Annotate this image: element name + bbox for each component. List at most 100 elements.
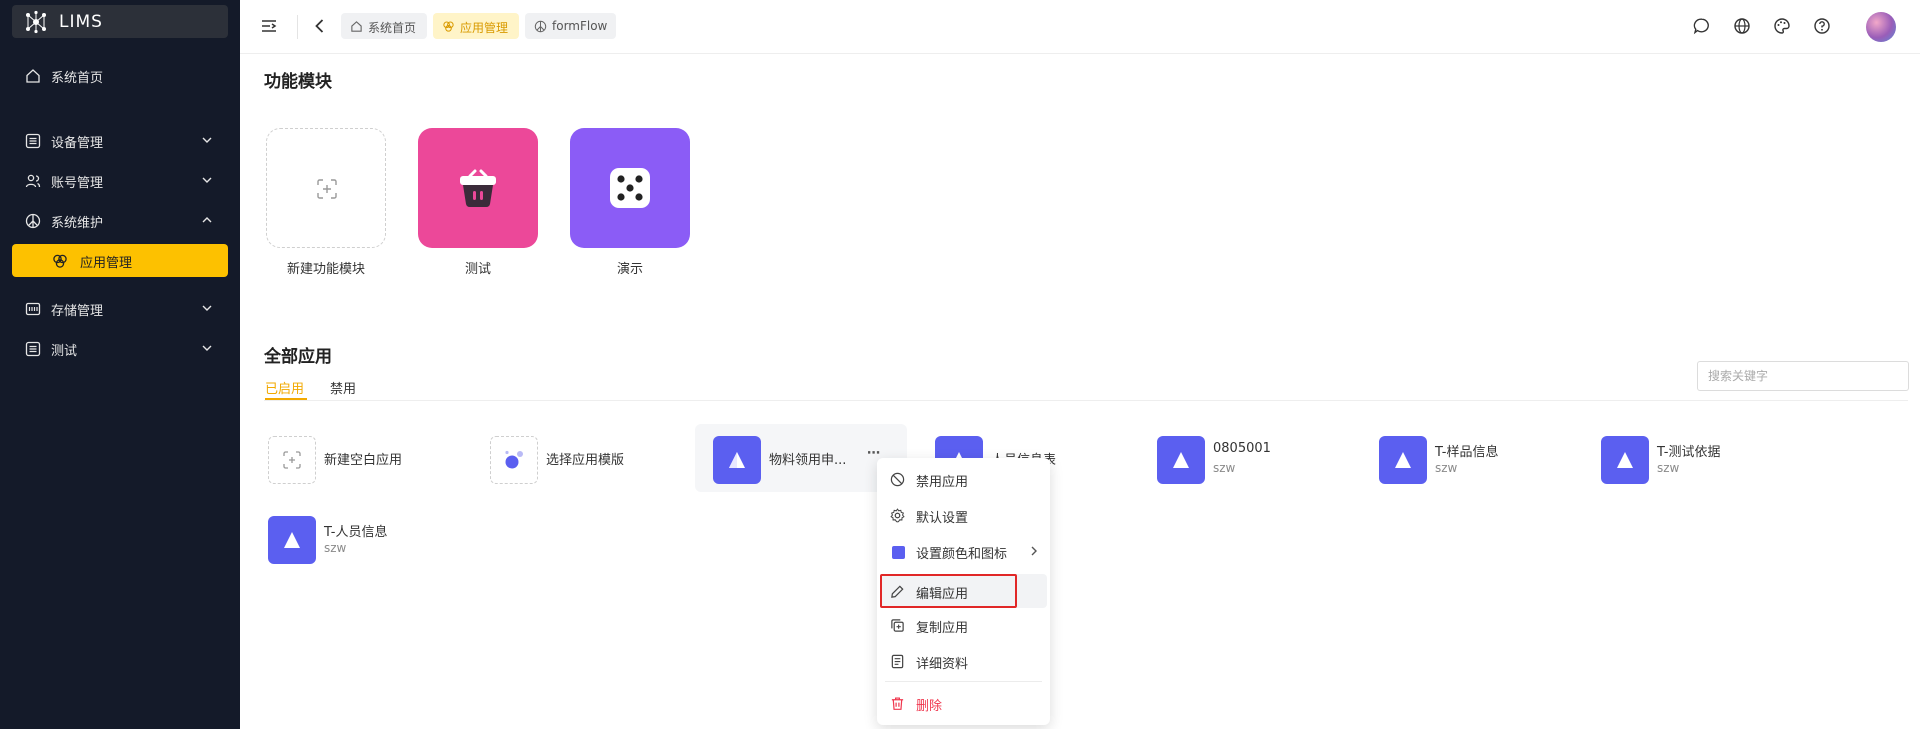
menu-fold-icon[interactable] (260, 17, 278, 35)
tabs-divider (264, 400, 1908, 401)
app-card-test-basis[interactable]: T-测试依据 szw (1601, 427, 1806, 485)
menu-item-label: 禁用应用 (916, 475, 969, 490)
new-blank-app-button[interactable]: 新建空白应用 (268, 427, 473, 485)
add-frame-icon (317, 179, 337, 199)
module-label: 演示 (616, 262, 643, 277)
globe-icon[interactable] (1733, 17, 1751, 35)
tab-label: 应用管理 (460, 21, 509, 35)
app-name: T-测试依据 (1657, 445, 1721, 460)
add-frame-icon (283, 451, 301, 469)
molecule-logo-icon (26, 10, 46, 34)
list-icon (25, 133, 41, 149)
new-module-button[interactable] (266, 128, 386, 248)
app-name: 新建空白应用 (324, 453, 403, 468)
gear-icon (890, 508, 905, 523)
palette-icon[interactable] (1773, 17, 1791, 35)
highlight-box (880, 574, 1017, 608)
sidebar-item-label: 系统维护 (51, 216, 104, 231)
module-demo[interactable] (570, 128, 690, 248)
app-logo[interactable]: LIMS (12, 5, 228, 38)
app-card-sample-info[interactable]: T-样品信息 szw (1379, 427, 1584, 485)
help-icon[interactable] (1813, 17, 1831, 35)
triangle-icon (284, 532, 300, 548)
trash-icon (891, 697, 904, 710)
header-divider (297, 15, 298, 39)
menu-item-label: 默认设置 (916, 511, 969, 526)
app-owner: szw (324, 541, 347, 555)
list-icon (25, 341, 41, 357)
storage-icon (25, 302, 41, 316)
app-name: 0805001 (1213, 441, 1271, 456)
template-icon (505, 450, 523, 469)
search-input[interactable] (1697, 361, 1909, 391)
app-icon (268, 516, 316, 564)
chevron-down-icon (202, 177, 212, 183)
triangle-icon (1617, 452, 1633, 468)
app-owner: szw (1657, 461, 1680, 475)
module-test[interactable] (418, 128, 538, 248)
section-title-apps: 全部应用 (264, 347, 332, 367)
menu-divider (885, 681, 1042, 682)
context-menu: 禁用应用 默认设置 设置颜色和图标 编辑应用 复制应用 详细资料 删除 (877, 458, 1050, 725)
message-icon[interactable] (1693, 17, 1711, 35)
sidebar-item-label: 设备管理 (51, 136, 104, 151)
back-icon[interactable] (311, 17, 329, 35)
app-card-material[interactable]: 物料领用申... ⋯ (695, 424, 907, 492)
app-name: LIMS (59, 12, 103, 32)
app-icon (1157, 436, 1205, 484)
sidebar-item-label: 系统首页 (51, 71, 104, 86)
app-card-personnel-info[interactable]: T-人员信息 szw (268, 507, 473, 565)
app-name: 选择应用模版 (546, 453, 625, 468)
users-icon (25, 174, 41, 188)
sidebar-item-label: 应用管理 (80, 256, 133, 271)
chevron-down-icon (202, 305, 212, 311)
app-card-0805001[interactable]: 0805001 szw (1157, 427, 1362, 485)
hexagon-icon (443, 21, 454, 32)
sidebar-item-label: 账号管理 (51, 176, 104, 191)
sidebar-item-label: 存储管理 (51, 304, 104, 319)
tab-system-home[interactable]: 系统首页 (341, 13, 427, 39)
sidebar-item-maintenance[interactable]: 系统维护 (12, 204, 228, 237)
sidebar-item-home[interactable]: 系统首页 (12, 59, 228, 92)
sidebar-item-storage[interactable]: 存储管理 (12, 292, 228, 325)
module-label: 测试 (464, 262, 491, 277)
tab-label: formFlow (552, 19, 608, 33)
menu-item-label: 设置颜色和图标 (916, 547, 1008, 562)
tab-disabled[interactable]: 禁用 (330, 378, 356, 397)
select-template-button[interactable]: 选择应用模版 (490, 427, 695, 485)
menu-item-copy-app[interactable]: 复制应用 (880, 608, 1047, 642)
menu-item-label: 详细资料 (916, 657, 969, 672)
chevron-right-icon (1031, 546, 1037, 556)
copy-icon (891, 619, 904, 632)
tab-enabled[interactable]: 已启用 (265, 378, 304, 397)
app-icon (1601, 436, 1649, 484)
dice-icon (610, 168, 650, 208)
tab-formflow[interactable]: formFlow (525, 13, 616, 39)
menu-item-delete[interactable]: 删除 (880, 686, 1047, 720)
sidebar-item-test[interactable]: 测试 (12, 332, 228, 365)
app-owner: szw (1435, 461, 1458, 475)
tab-app-management[interactable]: 应用管理 (433, 13, 519, 39)
avatar[interactable] (1866, 12, 1896, 42)
peace-icon (25, 213, 41, 229)
app-icon (713, 436, 761, 484)
sidebar-item-accounts[interactable]: 账号管理 (12, 164, 228, 197)
menu-item-details[interactable]: 详细资料 (880, 644, 1047, 678)
home-icon (351, 21, 362, 32)
triangle-icon (1173, 452, 1189, 468)
module-label: 新建功能模块 (286, 262, 365, 277)
sidebar-item-label: 测试 (51, 344, 78, 359)
menu-item-set-color-icon[interactable]: 设置颜色和图标 (880, 534, 1047, 568)
triangle-icon (1395, 452, 1411, 468)
menu-item-disable-app[interactable]: 禁用应用 (880, 462, 1047, 496)
triangle-icon (729, 452, 745, 468)
app-owner: szw (1213, 461, 1236, 475)
sidebar-item-app-management[interactable]: 应用管理 (12, 244, 228, 277)
menu-item-default-settings[interactable]: 默认设置 (880, 498, 1047, 532)
app-name: T-人员信息 (324, 525, 388, 540)
document-icon (891, 654, 904, 669)
home-icon (26, 69, 40, 83)
sidebar-item-devices[interactable]: 设备管理 (12, 124, 228, 157)
app-icon (268, 436, 316, 484)
chevron-up-icon (202, 217, 212, 223)
